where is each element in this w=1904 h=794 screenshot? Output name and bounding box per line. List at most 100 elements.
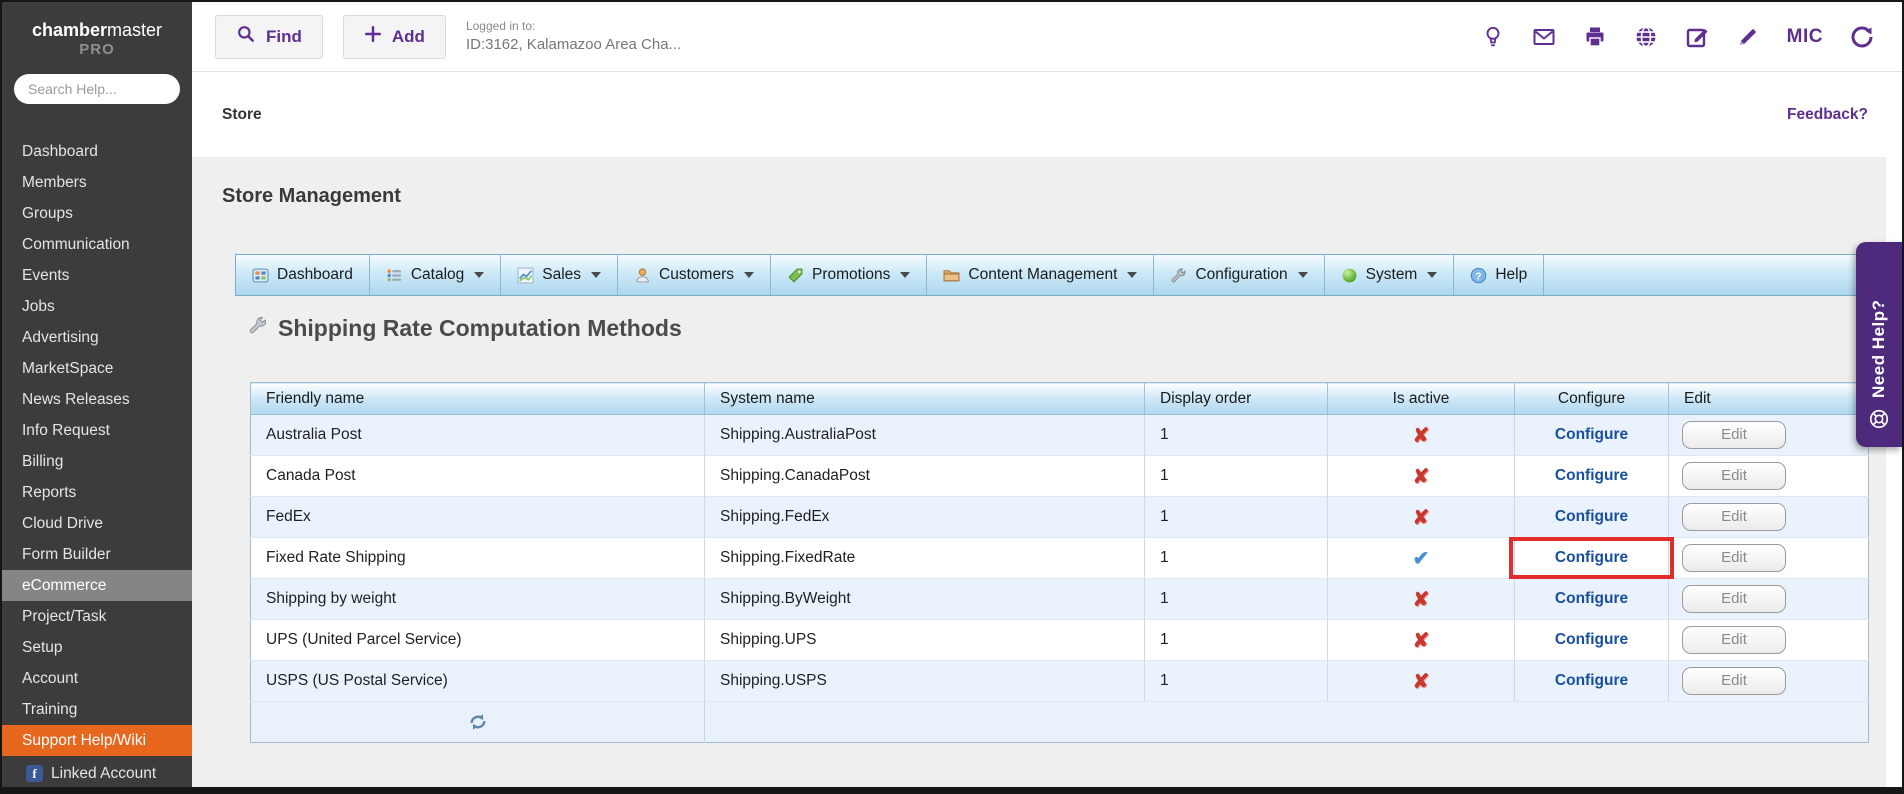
store-tab-configuration[interactable]: Configuration xyxy=(1154,255,1325,295)
configure-link[interactable]: Configure xyxy=(1555,467,1628,484)
section-heading: Shipping Rate Computation Methods xyxy=(247,315,682,342)
brand-logo: chambermaster PRO xyxy=(2,2,192,58)
store-tab-promotions[interactable]: Promotions xyxy=(771,255,928,295)
sidebar-item-project-task[interactable]: Project/Task xyxy=(2,601,192,632)
store-tab-system[interactable]: System xyxy=(1325,255,1455,295)
cell-friendly-name: UPS (United Parcel Service) xyxy=(250,619,705,661)
sidebar-item-events[interactable]: Events xyxy=(2,260,192,291)
store-tab-catalog[interactable]: Catalog xyxy=(370,255,502,295)
configure-link[interactable]: Configure xyxy=(1555,590,1628,607)
store-tab-content-management[interactable]: Content Management xyxy=(927,255,1155,295)
cell-configure: Configure xyxy=(1514,578,1669,620)
compose-icon[interactable] xyxy=(1685,25,1709,49)
edit-button[interactable]: Edit xyxy=(1682,626,1786,654)
edit-button[interactable]: Edit xyxy=(1682,585,1786,613)
wrench-icon xyxy=(1170,267,1187,284)
configure-link[interactable]: Configure xyxy=(1555,631,1628,648)
table-row: USPS (US Postal Service) Shipping.USPS 1 ✘ C… xyxy=(250,660,1869,702)
configure-link[interactable]: Configure xyxy=(1555,426,1628,443)
cell-is-active: ✘ xyxy=(1327,578,1515,620)
sidebar-item-info-request[interactable]: Info Request xyxy=(2,415,192,446)
sidebar-item-reports[interactable]: Reports xyxy=(2,477,192,508)
x-icon: ✘ xyxy=(1412,465,1430,488)
feedback-link[interactable]: Feedback? xyxy=(1787,106,1868,124)
edit-button[interactable]: Edit xyxy=(1682,544,1786,572)
cell-is-active: ✘ xyxy=(1327,455,1515,497)
cell-display-order: 1 xyxy=(1144,578,1328,620)
edit-button[interactable]: Edit xyxy=(1682,462,1786,490)
catalog-icon xyxy=(386,267,403,284)
cell-is-active: ✔ xyxy=(1327,537,1515,579)
sidebar-item-advertising[interactable]: Advertising xyxy=(2,322,192,353)
x-icon: ✘ xyxy=(1412,424,1430,447)
sidebar-item-training[interactable]: Training xyxy=(2,694,192,725)
cell-friendly-name: FedEx xyxy=(250,496,705,538)
mail-icon[interactable] xyxy=(1532,25,1556,49)
edit-button[interactable]: Edit xyxy=(1682,667,1786,695)
sidebar-item-ecommerce[interactable]: eCommerce xyxy=(2,570,192,601)
table-row: Fixed Rate Shipping Shipping.FixedRate 1 ✔ C… xyxy=(250,537,1869,579)
globe-icon[interactable] xyxy=(1634,25,1658,49)
edit-button[interactable]: Edit xyxy=(1682,421,1786,449)
sidebar-item-groups[interactable]: Groups xyxy=(2,198,192,229)
configure-link[interactable]: Configure xyxy=(1555,549,1628,566)
add-button[interactable]: Add xyxy=(342,14,446,59)
pencil-icon[interactable] xyxy=(1736,25,1760,49)
need-help-tab[interactable]: Need Help? xyxy=(1856,242,1902,447)
table-row: FedEx Shipping.FedEx 1 ✘ Configure Edit xyxy=(250,496,1869,538)
store-tab-sales[interactable]: Sales xyxy=(501,255,619,295)
sidebar-item-cloud-drive[interactable]: Cloud Drive xyxy=(2,508,192,539)
customers-icon xyxy=(634,267,651,284)
breadcrumb: Store xyxy=(222,106,262,123)
sidebar-item-dashboard[interactable]: Dashboard xyxy=(2,136,192,167)
sidebar-item-support-help-wiki[interactable]: Support Help/Wiki xyxy=(2,725,192,756)
chevron-down-icon xyxy=(1127,272,1138,278)
store-tab-label: Catalog xyxy=(410,266,465,283)
chevron-down-icon xyxy=(900,272,911,278)
edit-button[interactable]: Edit xyxy=(1682,503,1786,531)
mic-label[interactable]: MIC xyxy=(1787,26,1823,48)
store-tab-label: Customers xyxy=(659,266,734,283)
main-area: Find Add Logged in to: ID:3162, Kalamazo… xyxy=(192,2,1902,787)
print-icon[interactable] xyxy=(1583,25,1607,49)
help-icon: ? xyxy=(1470,267,1487,284)
cell-edit: Edit xyxy=(1668,537,1869,579)
sidebar-item-news-releases[interactable]: News Releases xyxy=(2,384,192,415)
search-help-input[interactable] xyxy=(14,73,180,104)
chevron-down-icon xyxy=(1297,272,1308,278)
logged-in-info: Logged in to: ID:3162, Kalamazoo Area Ch… xyxy=(466,19,681,54)
sidebar-item-form-builder[interactable]: Form Builder xyxy=(2,539,192,570)
sidebar-item-jobs[interactable]: Jobs xyxy=(2,291,192,322)
cell-edit: Edit xyxy=(1668,414,1869,456)
sidebar-item-account[interactable]: Account xyxy=(2,663,192,694)
sidebar-item-setup[interactable]: Setup xyxy=(2,632,192,663)
refresh-icon[interactable] xyxy=(1850,25,1874,49)
table-row: Shipping by weight Shipping.ByWeight 1 ✘ Con… xyxy=(250,578,1869,620)
sidebar-item-linked-account[interactable]: f Linked Account xyxy=(2,756,192,787)
find-button[interactable]: Find xyxy=(215,14,323,59)
x-icon: ✘ xyxy=(1412,670,1430,693)
facebook-icon: f xyxy=(26,764,43,782)
store-tab-dashboard[interactable]: Dashboard xyxy=(236,255,370,295)
sidebar-item-marketspace[interactable]: MarketSpace xyxy=(2,353,192,384)
store-tab-customers[interactable]: Customers xyxy=(618,255,771,295)
cell-configure: Configure xyxy=(1514,455,1669,497)
configure-link[interactable]: Configure xyxy=(1555,508,1628,525)
configure-link[interactable]: Configure xyxy=(1555,672,1628,689)
wrench-icon xyxy=(247,315,268,342)
store-menu-bar: Dashboard Catalog Sales Customers Promotions… xyxy=(235,254,1882,296)
cell-friendly-name: Canada Post xyxy=(250,455,705,497)
lightbulb-icon[interactable] xyxy=(1481,25,1505,49)
cell-configure: Configure xyxy=(1514,619,1669,661)
promotions-icon xyxy=(787,267,804,284)
sidebar-item-communication[interactable]: Communication xyxy=(2,229,192,260)
search-icon xyxy=(236,24,256,49)
table-refresh-icon[interactable] xyxy=(467,711,489,733)
column-header-system-name: System name xyxy=(704,382,1145,415)
sidebar-item-members[interactable]: Members xyxy=(2,167,192,198)
cell-friendly-name: USPS (US Postal Service) xyxy=(250,660,705,702)
store-tab-help[interactable]: ? Help xyxy=(1454,255,1545,295)
sidebar-item-billing[interactable]: Billing xyxy=(2,446,192,477)
cell-display-order: 1 xyxy=(1144,537,1328,579)
cell-edit: Edit xyxy=(1668,578,1869,620)
